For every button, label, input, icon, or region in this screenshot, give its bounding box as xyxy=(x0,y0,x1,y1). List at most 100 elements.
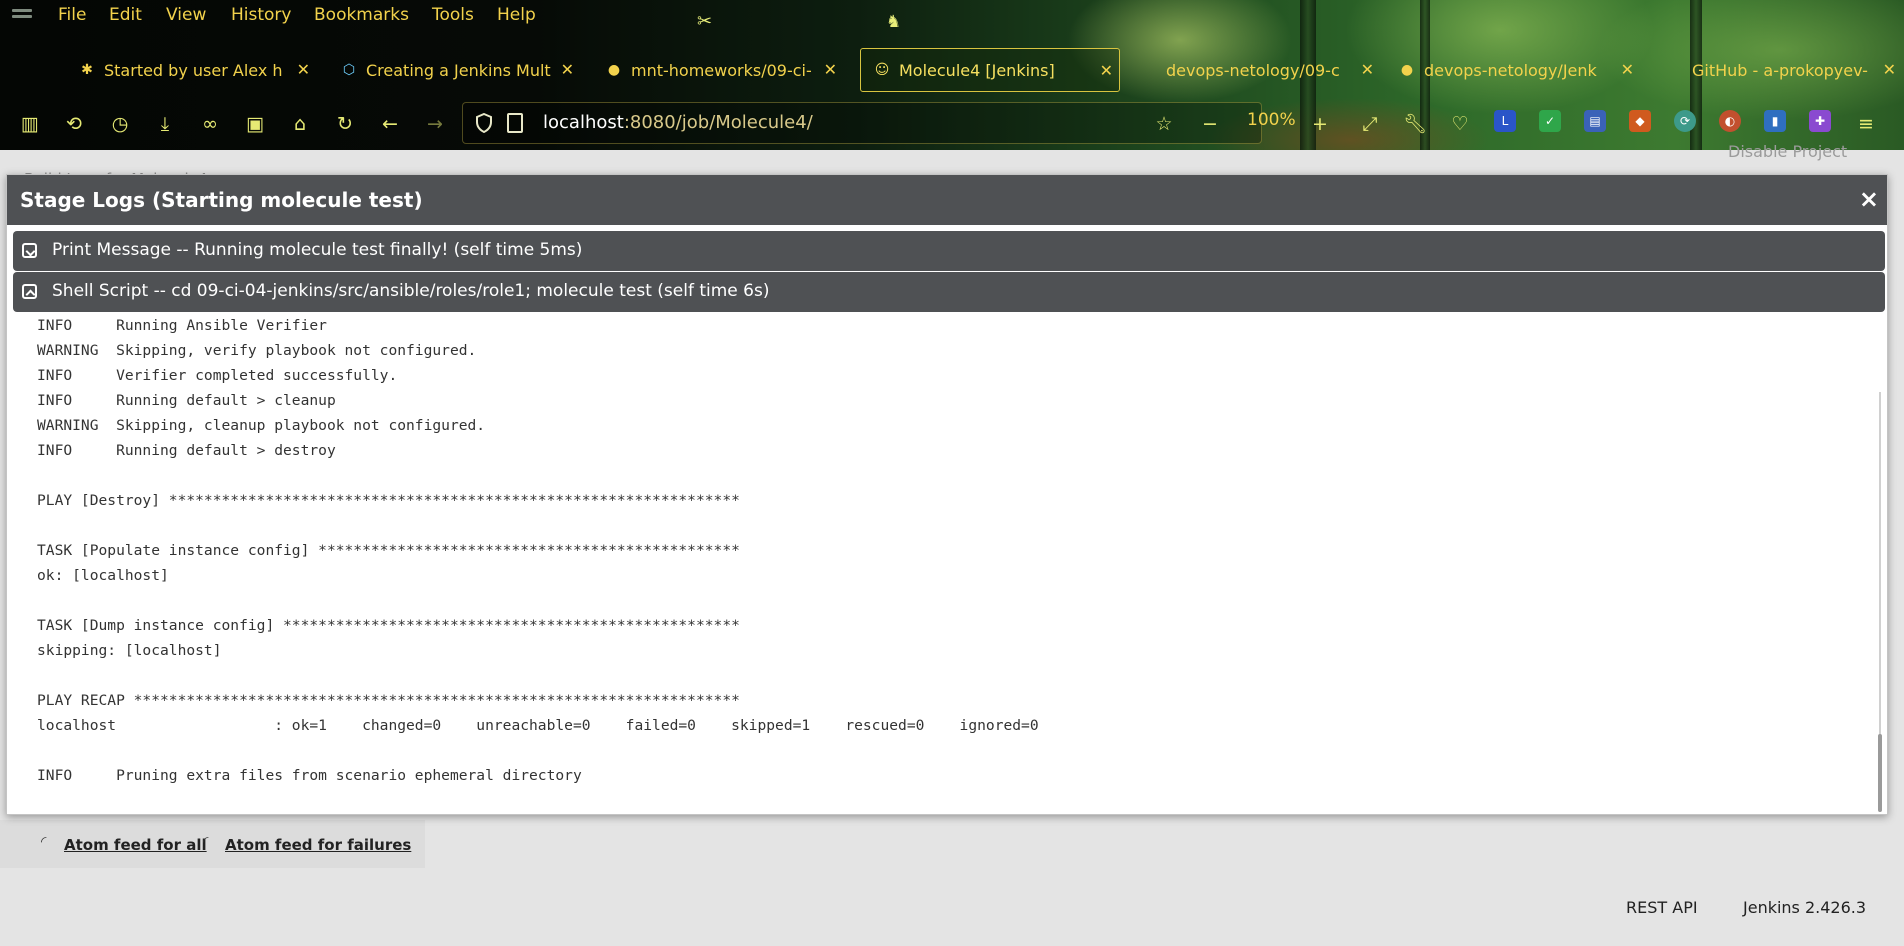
log-line: WARNING Skipping, verify playbook not co… xyxy=(37,342,477,359)
menu-help[interactable]: Help xyxy=(497,5,536,25)
tab-title: Creating a Jenkins Mult xyxy=(366,60,551,80)
step-label: Shell Script -- cd 09-ci-04-jenkins/src/… xyxy=(52,281,770,301)
tab-title: Started by user Alex h xyxy=(104,60,283,80)
step-shell-script[interactable]: Shell Script -- cd 09-ci-04-jenkins/src/… xyxy=(13,272,1885,312)
log-text: INFO Running Ansible Verifier WARNING Ski… xyxy=(37,313,1039,788)
zoom-level[interactable]: 100% xyxy=(1247,110,1296,130)
rss-feed-icon: ◜ xyxy=(41,834,47,850)
step-print-message[interactable]: Print Message -- Running molecule test f… xyxy=(13,231,1885,271)
tab-devops-netology-09[interactable]: devops-netology/09-c ✕ xyxy=(1140,48,1380,92)
close-icon[interactable]: ✕ xyxy=(297,60,310,79)
close-icon[interactable]: ✕ xyxy=(1621,60,1634,79)
tab-github-a-prokopyev[interactable]: GitHub - a-prokopyev- ✕ xyxy=(1666,48,1902,92)
menu-bookmarks[interactable]: Bookmarks xyxy=(314,5,409,25)
log-line: INFO Running Ansible Verifier xyxy=(37,317,327,334)
extensions-puzzle-icon[interactable]: ✚ xyxy=(1809,110,1831,132)
blue-diamond-icon: ⬡ xyxy=(342,62,356,78)
log-line: TASK [Populate instance config] ********… xyxy=(37,542,740,559)
tab-strip: ✱ Started by user Alex h ✕ ⬡ Creating a … xyxy=(0,48,1904,92)
sidebar-toggle-icon[interactable]: ▥ xyxy=(18,112,42,136)
log-line: INFO Running default > destroy xyxy=(37,442,336,459)
log-line: PLAY [Destroy] *************************… xyxy=(37,492,740,509)
atom-feed-failures-link[interactable]: Atom feed for failures xyxy=(225,836,411,854)
reload-icon[interactable]: ↻ xyxy=(333,112,357,136)
fox-extension-icon[interactable]: ◆ xyxy=(1629,110,1651,132)
tab-title: devops-netology/Jenk xyxy=(1424,60,1597,80)
collapse-toggle-icon[interactable] xyxy=(22,284,37,299)
close-modal-button[interactable]: × xyxy=(1859,185,1879,213)
tab-molecule4-jenkins[interactable]: ☺ Molecule4 [Jenkins] ✕ xyxy=(860,48,1120,92)
menu-tools[interactable]: Tools xyxy=(432,5,474,25)
save-extension-icon[interactable]: ▤ xyxy=(1584,110,1606,132)
tab-creating-jenkins[interactable]: ⬡ Creating a Jenkins Mult ✕ xyxy=(340,48,580,92)
screenshot-scissors-icon[interactable]: ✂ xyxy=(697,11,719,33)
log-scrollbar[interactable] xyxy=(1876,392,1884,812)
tab-devops-netology-jenk[interactable]: ● devops-netology/Jenk ✕ xyxy=(1398,48,1640,92)
sync-extension-icon[interactable]: ⟳ xyxy=(1674,110,1696,132)
menu-bar: File Edit View History Bookmarks Tools H… xyxy=(0,0,1904,33)
tab-title: Molecule4 [Jenkins] xyxy=(899,60,1055,80)
book-extension-icon[interactable]: ▮ xyxy=(1764,110,1786,132)
bookmark-star-icon[interactable]: ☆ xyxy=(1152,112,1176,136)
shell-script-log-output[interactable]: INFO Running Ansible Verifier WARNING Ski… xyxy=(18,313,1873,811)
extension-l-icon[interactable]: L xyxy=(1494,110,1516,132)
url-text[interactable]: localhost:8080/job/Molecule4/ xyxy=(543,112,813,133)
close-icon[interactable]: ✕ xyxy=(1883,60,1896,79)
rest-api-link[interactable]: REST API xyxy=(1626,898,1698,917)
hamburger-menu-icon[interactable]: ≡ xyxy=(1854,112,1878,136)
page-info-icon[interactable] xyxy=(507,113,523,133)
log-line: TASK [Dump instance config] ************… xyxy=(37,617,740,634)
github-icon xyxy=(1140,61,1158,79)
log-line: INFO Pruning extra files from scenario e… xyxy=(37,767,582,784)
home-icon[interactable]: ⌂ xyxy=(288,112,312,136)
jenkins-version-link[interactable]: Jenkins 2.426.3 xyxy=(1743,898,1866,917)
stage-logs-modal: Stage Logs (Starting molecule test) × Pr… xyxy=(6,174,1888,815)
expand-toggle-icon[interactable] xyxy=(22,243,37,258)
menu-view[interactable]: View xyxy=(166,5,206,25)
log-line: localhost : ok=1 changed=0 unreachable=0… xyxy=(37,717,1039,734)
downloads-icon[interactable]: ⤓ xyxy=(153,112,177,136)
history-icon[interactable]: ⟲ xyxy=(62,112,86,136)
disable-project-button[interactable]: Disable Project xyxy=(1728,142,1847,161)
clock-icon[interactable]: ◷ xyxy=(108,112,132,136)
fullscreen-icon[interactable]: ⤢ xyxy=(1358,112,1382,136)
zoom-in-icon[interactable]: + xyxy=(1308,112,1332,136)
atom-feed-all-link[interactable]: Atom feed for all xyxy=(64,836,207,854)
jenkins-face-icon: ☺ xyxy=(874,62,890,78)
close-icon[interactable]: ✕ xyxy=(1100,61,1113,80)
jenkins-bug-icon: ✱ xyxy=(81,62,93,78)
close-icon[interactable]: ✕ xyxy=(824,60,837,79)
new-container-icon[interactable]: ▣ xyxy=(243,112,267,136)
wrench-icon[interactable]: 🔧︎ xyxy=(1403,112,1427,136)
tracking-shield-icon[interactable] xyxy=(475,113,493,133)
private-mask-icon[interactable]: ∞ xyxy=(198,112,222,136)
github-icon: ● xyxy=(1400,62,1414,78)
palette-extension-icon[interactable]: ◐ xyxy=(1719,110,1741,132)
back-icon[interactable]: ← xyxy=(378,112,402,136)
url-bar[interactable]: localhost:8080/job/Molecule4/ xyxy=(462,102,1262,144)
menu-history[interactable]: History xyxy=(231,5,291,25)
log-line: PLAY RECAP *****************************… xyxy=(37,692,740,709)
tab-started-by-user[interactable]: ✱ Started by user Alex h ✕ xyxy=(78,48,316,92)
tab-mnt-homeworks[interactable]: ● mnt-homeworks/09-ci- ✕ xyxy=(605,48,843,92)
log-line: WARNING Skipping, cleanup playbook not c… xyxy=(37,417,486,434)
close-icon[interactable]: ✕ xyxy=(1361,60,1374,79)
extension-top-icon[interactable]: ♞ xyxy=(886,12,906,32)
modal-header: Stage Logs (Starting molecule test) × xyxy=(7,175,1887,225)
forward-icon[interactable]: → xyxy=(423,112,447,136)
rss-feed-icon: ◜ xyxy=(203,834,209,850)
menu-file[interactable]: File xyxy=(58,5,86,25)
close-icon[interactable]: ✕ xyxy=(561,60,574,79)
zoom-out-icon[interactable]: − xyxy=(1198,112,1222,136)
pocket-icon[interactable]: ♡ xyxy=(1448,112,1472,136)
scrollbar-thumb[interactable] xyxy=(1878,734,1882,812)
step-label: Print Message -- Running molecule test f… xyxy=(52,240,583,260)
shield-extension-icon[interactable]: ✓ xyxy=(1539,110,1561,132)
menu-edit[interactable]: Edit xyxy=(109,5,142,25)
app-menu-icon[interactable] xyxy=(12,9,32,25)
modal-title: Stage Logs (Starting molecule test) xyxy=(20,188,423,212)
browser-chrome: File Edit View History Bookmarks Tools H… xyxy=(0,0,1904,150)
